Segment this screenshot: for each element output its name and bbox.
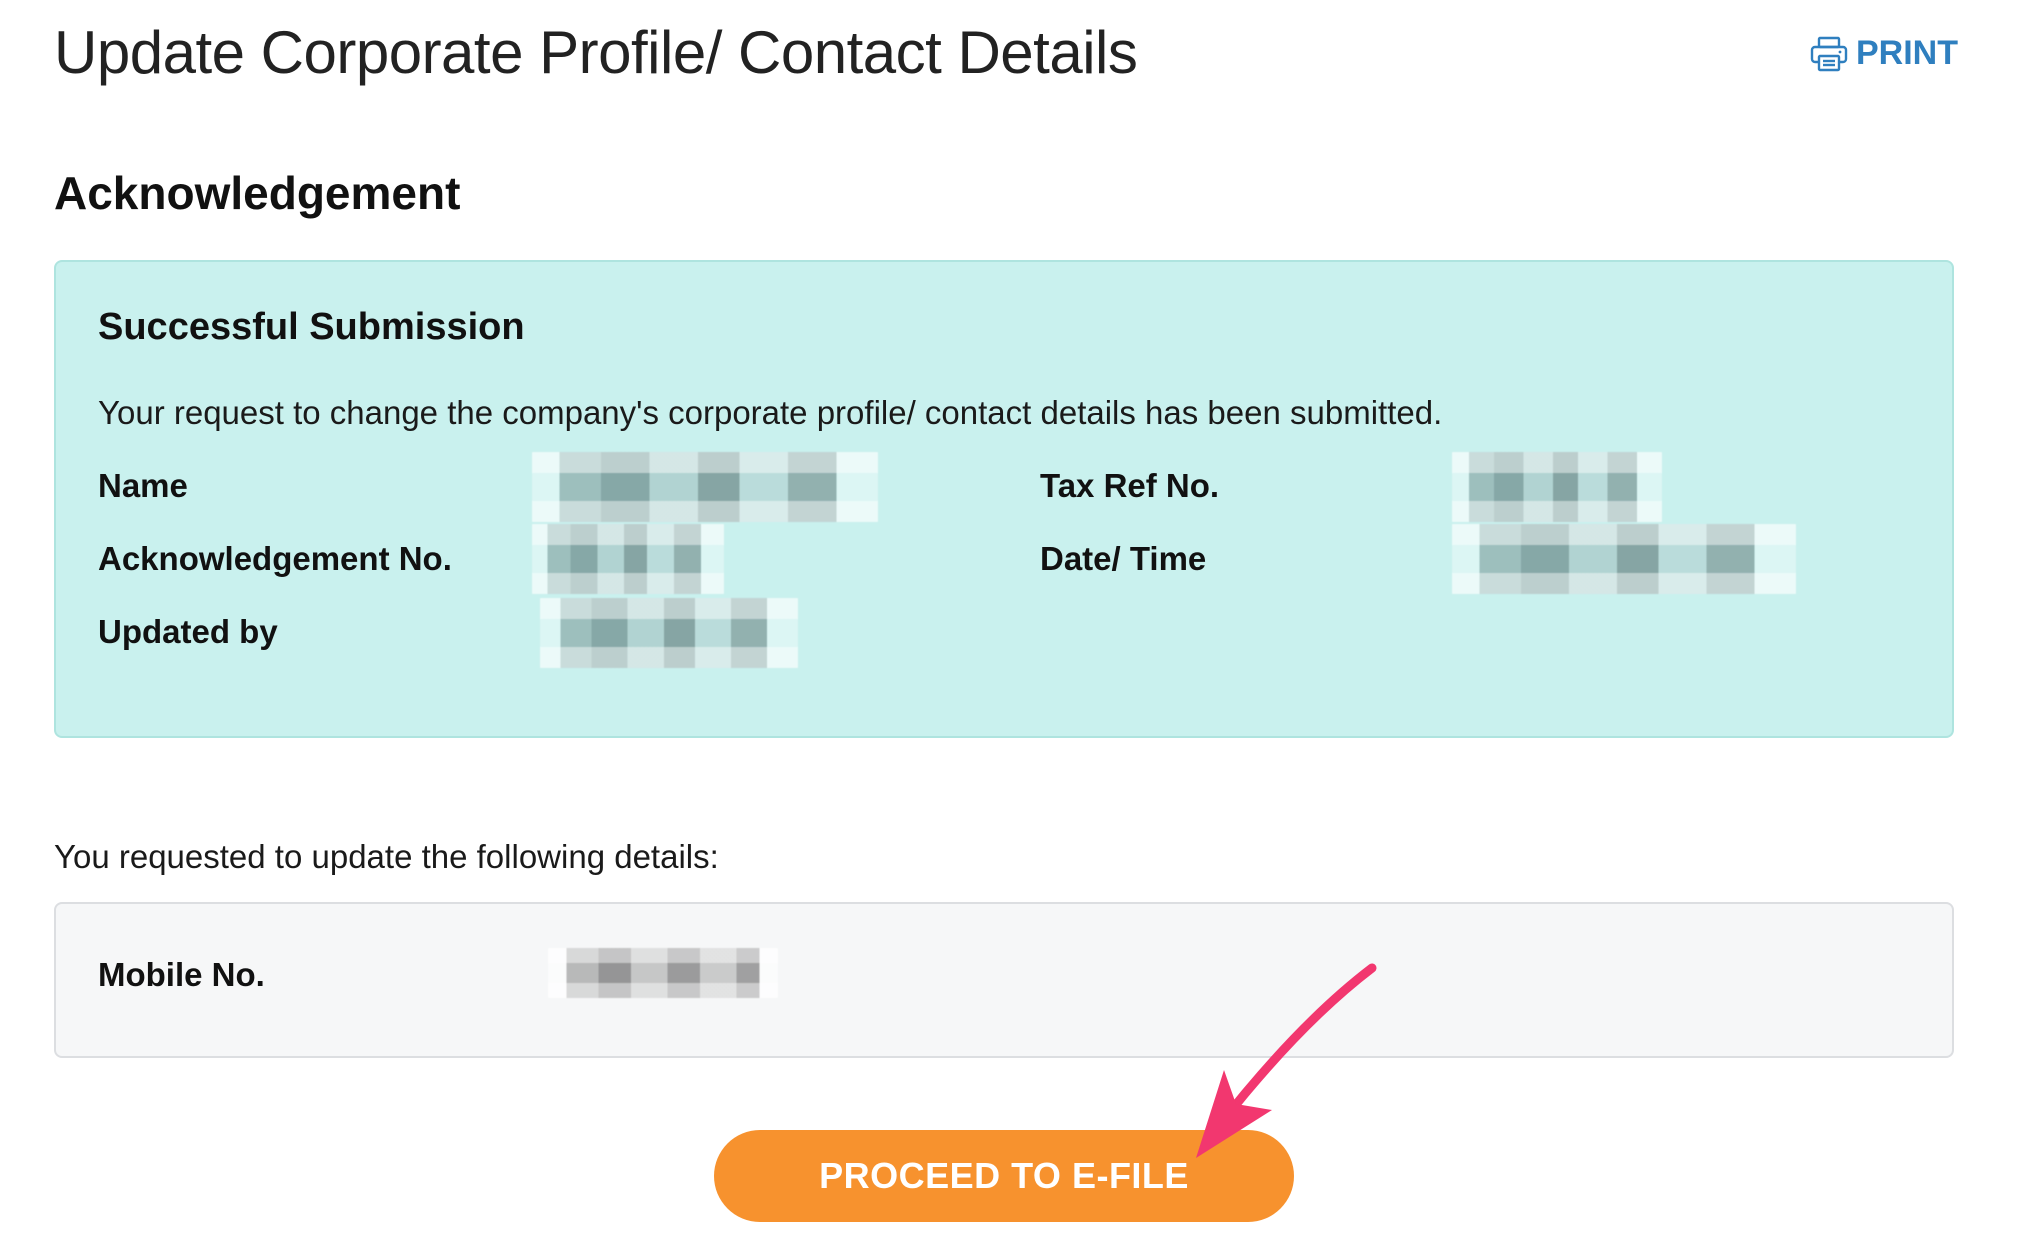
mobile-value-redacted — [548, 948, 778, 998]
success-title: Successful Submission — [98, 306, 525, 348]
print-label: PRINT — [1856, 34, 1958, 72]
success-message: Your request to change the company's cor… — [98, 394, 1443, 431]
requested-details-panel: Mobile No. — [54, 902, 1954, 1058]
mobile-label: Mobile No. — [98, 956, 265, 993]
date-time-label: Date/ Time — [1040, 540, 1207, 577]
ack-no-value-redacted — [532, 524, 724, 594]
details-intro: You requested to update the following de… — [54, 838, 719, 875]
printer-icon — [1810, 36, 1848, 72]
date-time-value-redacted — [1452, 524, 1796, 594]
print-button[interactable]: PRINT — [1810, 34, 1958, 73]
acknowledgement-heading: Acknowledgement — [54, 167, 461, 219]
updated-by-label: Updated by — [98, 613, 278, 650]
page-title: Update Corporate Profile/ Contact Detail… — [54, 19, 1138, 86]
ack-no-label: Acknowledgement No. — [98, 540, 452, 577]
proceed-to-efile-button[interactable]: PROCEED TO E-FILE — [714, 1130, 1294, 1222]
updated-by-value-redacted — [540, 598, 798, 668]
acknowledgement-panel: Successful Submission Your request to ch… — [54, 260, 1954, 738]
name-label: Name — [98, 467, 188, 504]
tax-ref-label: Tax Ref No. — [1040, 467, 1220, 504]
tax-ref-value-redacted — [1452, 452, 1662, 522]
name-value-redacted — [532, 452, 878, 522]
